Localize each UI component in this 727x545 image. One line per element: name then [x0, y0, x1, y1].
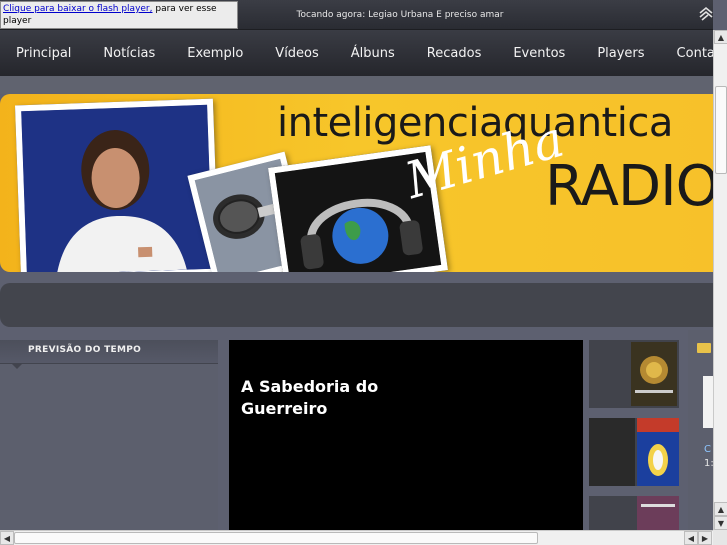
book-cover-icon	[637, 496, 679, 530]
album-thumbnail[interactable]	[589, 496, 679, 530]
nav-item-eventos[interactable]: Eventos	[497, 46, 581, 61]
nav-item-videos[interactable]: Vídeos	[259, 46, 334, 61]
radio-banner: inteligenciaquantica Minha RADIO	[0, 94, 713, 272]
scroll-up-icon[interactable]: ▲	[714, 30, 727, 44]
weather-panel: PREVISÃO DO TEMPO	[0, 340, 218, 530]
host-photo	[14, 98, 220, 272]
flash-player-notice: Clique para baixar o flash player, para …	[0, 1, 238, 29]
nav-item-recados[interactable]: Recados	[411, 46, 498, 61]
horizontal-scroll-thumb[interactable]	[14, 532, 538, 544]
video-title: A Sabedoria do Guerreiro	[241, 377, 379, 418]
side-link-text[interactable]: C	[704, 444, 711, 455]
scrollbar-corner	[713, 530, 727, 545]
nav-item-noticias[interactable]: Notícias	[87, 46, 171, 61]
scroll-up-icon[interactable]: ▲	[714, 502, 727, 516]
scroll-left-icon[interactable]: ◀	[684, 531, 698, 545]
vertical-scroll-thumb[interactable]	[715, 86, 727, 174]
album-thumbnail[interactable]	[589, 418, 679, 486]
side-widget-box	[703, 376, 713, 428]
nav-item-exemplo[interactable]: Exemplo	[171, 46, 259, 61]
nav-item-principal[interactable]: Principal	[0, 46, 87, 61]
nav-divider-strip	[0, 76, 713, 94]
album-thumbnail[interactable]	[589, 340, 679, 408]
content-band	[0, 283, 713, 327]
folder-icon[interactable]	[697, 343, 711, 353]
nav-item-albuns[interactable]: Álbuns	[335, 46, 411, 61]
book-cover-icon	[589, 418, 679, 486]
now-playing-text: Tocando agora: Legiao Urbana E preciso a…	[296, 10, 504, 20]
vertical-scrollbar[interactable]: ▲ ▲ ▼	[713, 30, 727, 530]
player-bar: Clique para baixar o flash player, para …	[0, 0, 713, 30]
scroll-down-icon[interactable]: ▼	[714, 516, 727, 530]
horizontal-scrollbar[interactable]: ◀ ◀ ▶	[0, 530, 713, 545]
book-cover-icon	[631, 342, 677, 406]
nav-item-players[interactable]: Players	[581, 46, 660, 61]
video-player[interactable]: A Sabedoria do Guerreiro	[229, 340, 583, 530]
player-logo-icon[interactable]	[697, 5, 715, 23]
right-side-panel	[688, 330, 713, 530]
banner-radio-word: RADIO	[545, 154, 713, 219]
scroll-left-icon[interactable]: ◀	[0, 531, 14, 545]
weather-heading: PREVISÃO DO TEMPO	[0, 340, 218, 369]
weather-heading-text: PREVISÃO DO TEMPO	[28, 345, 142, 355]
main-navigation: Principal Notícias Exemplo Vídeos Álbuns…	[0, 30, 727, 76]
heading-pointer-icon	[12, 364, 22, 369]
scroll-right-icon[interactable]: ▶	[698, 531, 712, 545]
flash-download-link[interactable]: Clique para baixar o flash player,	[3, 4, 153, 14]
